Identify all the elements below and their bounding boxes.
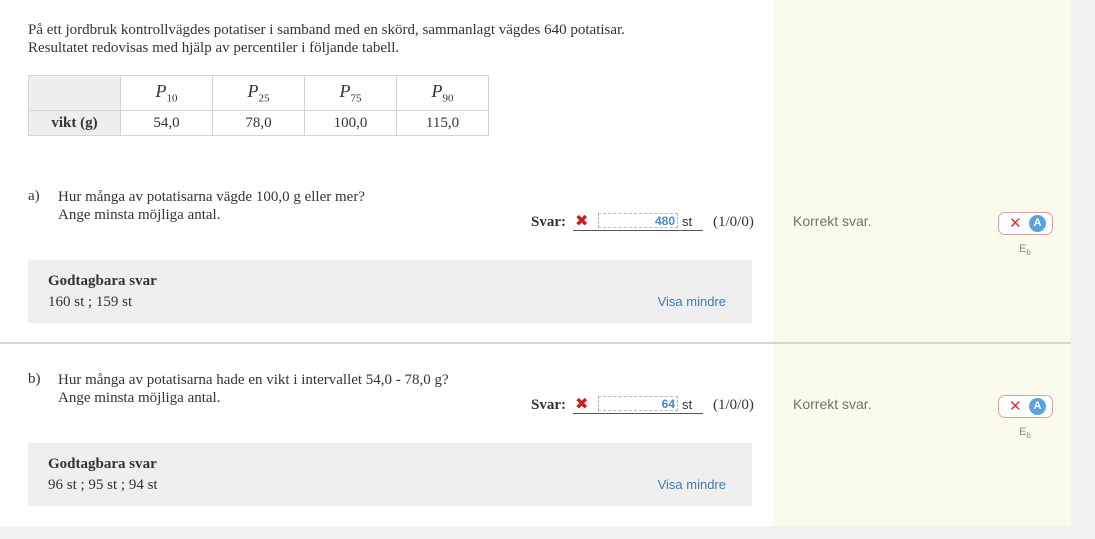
accepted-answers-values: 160 st ; 159 st bbox=[48, 294, 133, 310]
table-corner-cell bbox=[28, 75, 121, 111]
svar-label: Svar: bbox=[531, 397, 566, 413]
accepted-answers-title: Godtagbara svar bbox=[48, 273, 157, 289]
answer-underline bbox=[573, 413, 703, 414]
question-b-grade-badge[interactable]: ✕ A bbox=[998, 395, 1053, 418]
answer-a-unit: st bbox=[682, 214, 693, 229]
question-a-line-1: Hur många av potatisarna vägde 100,0 g e… bbox=[58, 189, 365, 205]
question-b-letter: b) bbox=[28, 371, 41, 387]
question-a-line-2: Ange minsta möjliga antal. bbox=[58, 207, 221, 223]
level-a-icon: A bbox=[1029, 398, 1046, 415]
question-b-line-2: Ange minsta möjliga antal. bbox=[58, 390, 221, 406]
incorrect-icon: ✕ bbox=[1009, 397, 1022, 415]
question-b-text: Hur många av potatisarna hade en vikt i … bbox=[58, 371, 449, 407]
value-p90: 115,0 bbox=[396, 110, 489, 136]
header-p10: P10 bbox=[120, 75, 213, 111]
question-a-feedback: Korrekt svar. bbox=[793, 213, 872, 229]
answer-underline bbox=[573, 230, 703, 231]
question-b-points: (1/0/0) bbox=[713, 397, 754, 413]
question-a-accepted-answers: Godtagbara svar 160 st ; 159 st Visa min… bbox=[28, 260, 752, 323]
intro-line-1: På ett jordbruk kontrollvägdes potatiser… bbox=[28, 22, 625, 38]
question-a-level: Eb bbox=[1019, 243, 1031, 258]
percentile-table: P10 P25 P75 P90 vikt (g) 54,0 78,0 100,0… bbox=[28, 75, 489, 136]
answer-b-input[interactable]: 64 bbox=[598, 396, 678, 411]
header-p25: P25 bbox=[212, 75, 305, 111]
value-p10: 54,0 bbox=[120, 110, 213, 136]
feedback-column bbox=[773, 0, 1071, 526]
header-p90: P90 bbox=[396, 75, 489, 111]
level-a-icon: A bbox=[1029, 215, 1046, 232]
table-row: vikt (g) 54,0 78,0 100,0 115,0 bbox=[28, 110, 489, 136]
accepted-answers-values: 96 st ; 95 st ; 94 st bbox=[48, 477, 158, 493]
answer-b-unit: st bbox=[682, 397, 693, 412]
question-b-line-1: Hur många av potatisarna hade en vikt i … bbox=[58, 372, 449, 388]
show-less-link[interactable]: Visa mindre bbox=[658, 477, 726, 492]
wrong-answer-icon: ✖ bbox=[575, 394, 589, 413]
question-a-text: Hur många av potatisarna vägde 100,0 g e… bbox=[58, 188, 365, 224]
value-p75: 100,0 bbox=[304, 110, 397, 136]
svar-label: Svar: bbox=[531, 214, 566, 230]
question-b-accepted-answers: Godtagbara svar 96 st ; 95 st ; 94 st Vi… bbox=[28, 443, 752, 506]
question-a-grade-badge[interactable]: ✕ A bbox=[998, 212, 1053, 235]
header-p75: P75 bbox=[304, 75, 397, 111]
question-b-feedback: Korrekt svar. bbox=[793, 396, 872, 412]
answer-a-input[interactable]: 480 bbox=[598, 213, 678, 228]
question-a-points: (1/0/0) bbox=[713, 214, 754, 230]
value-p25: 78,0 bbox=[212, 110, 305, 136]
table-header-row: P10 P25 P75 P90 bbox=[28, 75, 489, 111]
row-label: vikt (g) bbox=[28, 110, 121, 136]
wrong-answer-icon: ✖ bbox=[575, 211, 589, 230]
accepted-answers-title: Godtagbara svar bbox=[48, 456, 157, 472]
problem-intro: På ett jordbruk kontrollvägdes potatiser… bbox=[28, 21, 625, 57]
intro-line-2: Resultatet redovisas med hjälp av percen… bbox=[28, 40, 400, 56]
question-a-letter: a) bbox=[28, 188, 40, 204]
show-less-link[interactable]: Visa mindre bbox=[658, 294, 726, 309]
incorrect-icon: ✕ bbox=[1009, 214, 1022, 232]
question-divider bbox=[0, 342, 1071, 344]
question-b-level: Eb bbox=[1019, 426, 1031, 441]
